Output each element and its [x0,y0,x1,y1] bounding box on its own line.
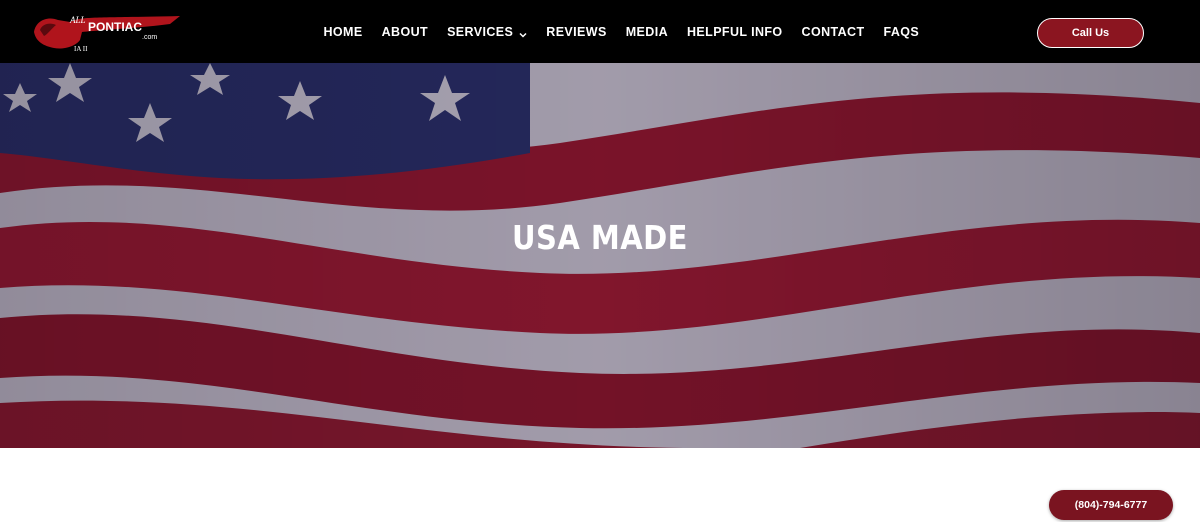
nav-helpful-info[interactable]: HELPFUL INFO [678,25,793,39]
call-us-button[interactable]: Call Us [1037,18,1144,48]
nav-services[interactable]: SERVICES [438,25,537,39]
nav-faqs[interactable]: FAQS [874,25,929,39]
chevron-down-icon [519,28,527,38]
nav-label: FAQS [883,24,920,39]
phone-call-button[interactable]: (804)-794-6777 [1049,490,1173,520]
svg-text:ALL: ALL [69,15,86,25]
main-nav: HOME ABOUT SERVICES REVIEWS MEDIA HELPFU… [314,0,929,63]
site-header: ALL PONTIAC .com IA II HOME ABOUT SERVIC… [0,0,1200,63]
hero-title-wrap: USA MADE [0,218,1200,257]
nav-label: SERVICES [447,24,514,39]
nav-reviews[interactable]: REVIEWS [537,25,616,39]
hero-banner: USA MADE [0,63,1200,448]
nav-label: REVIEWS [546,24,607,39]
page-title: USA MADE [512,218,688,257]
nav-label: HOME [323,24,363,39]
nav-label: MEDIA [625,24,668,39]
nav-label: ABOUT [381,24,429,39]
nav-label: HELPFUL INFO [687,24,783,39]
nav-label: CONTACT [801,24,865,39]
site-logo[interactable]: ALL PONTIAC .com IA II [30,10,182,54]
nav-about[interactable]: ABOUT [372,25,437,39]
nav-contact[interactable]: CONTACT [792,25,874,39]
svg-text:PONTIAC: PONTIAC [88,20,142,34]
svg-text:.com: .com [142,34,157,41]
svg-text:IA II: IA II [74,45,88,53]
nav-home[interactable]: HOME [314,25,372,39]
nav-media[interactable]: MEDIA [616,25,677,39]
